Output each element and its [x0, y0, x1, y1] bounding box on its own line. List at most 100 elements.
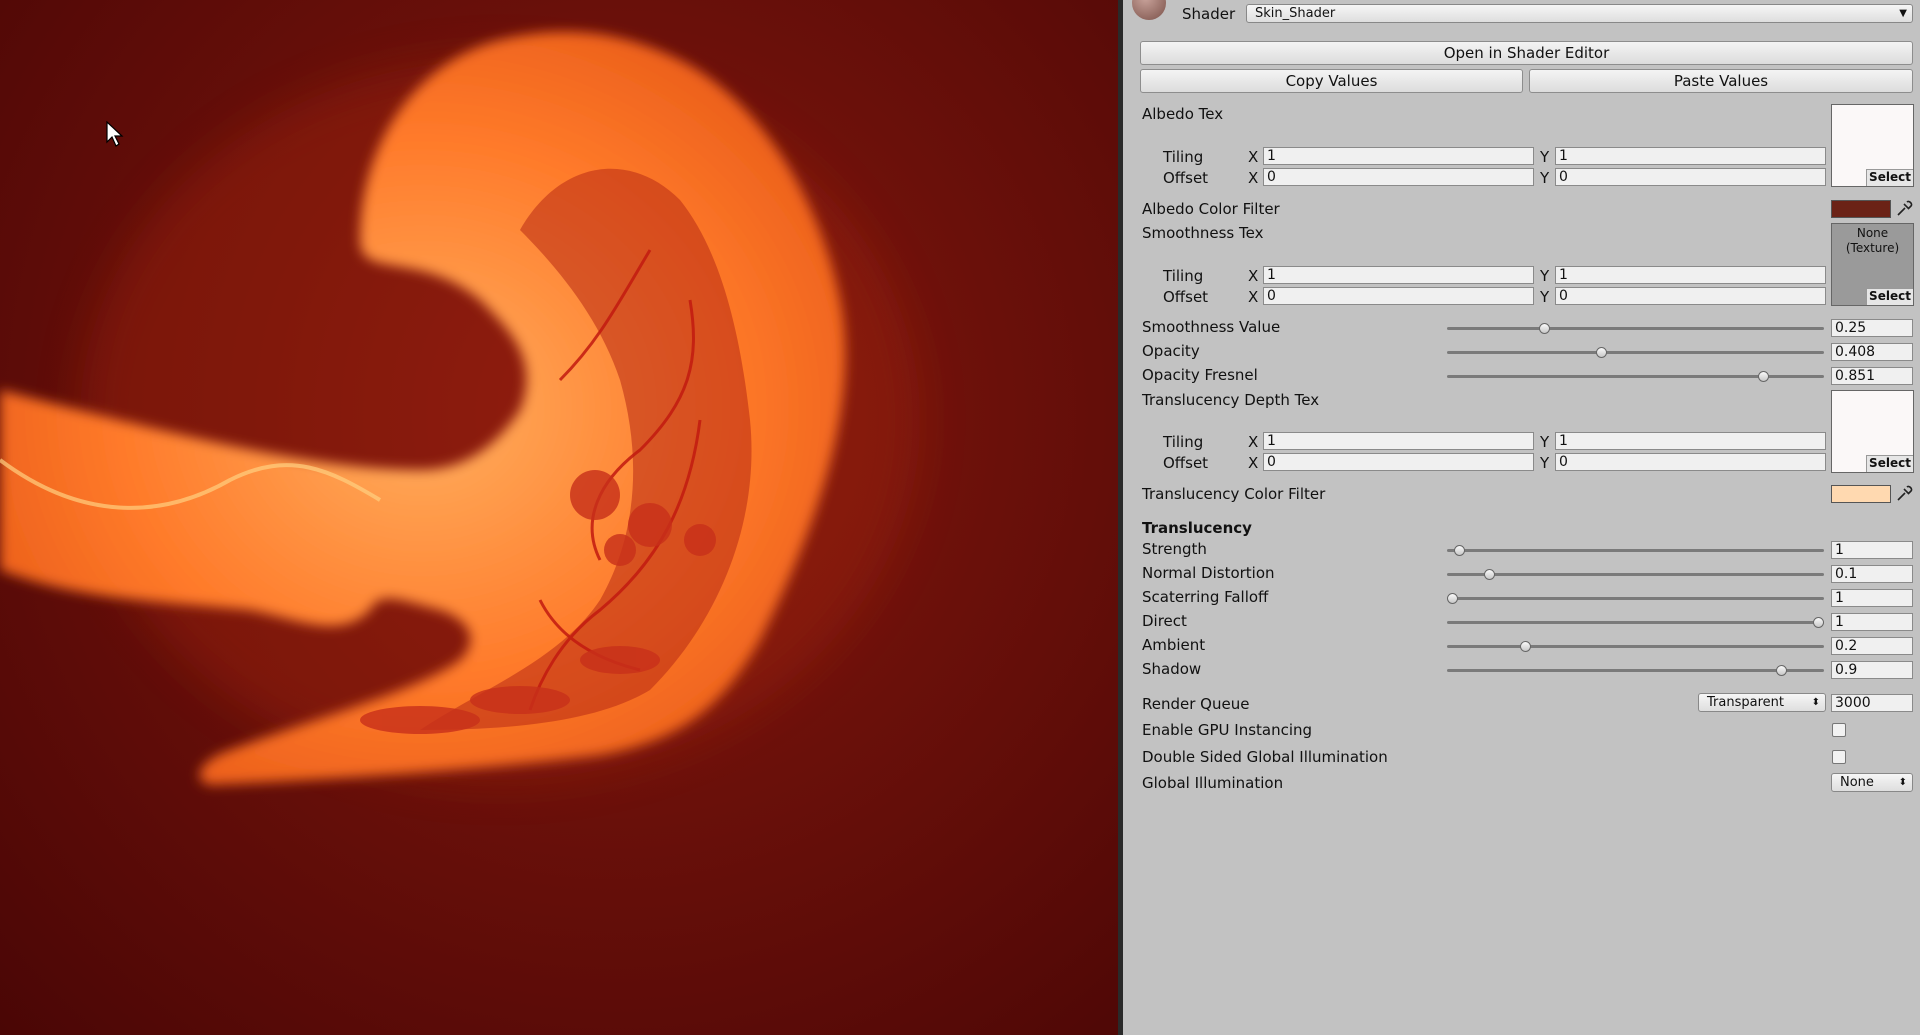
slider-label: Smoothness Value — [1142, 318, 1281, 336]
slider-value-field[interactable]: 1 — [1831, 541, 1913, 559]
slider-value-field[interactable]: 0.1 — [1831, 565, 1913, 583]
smoothness-tiling-x-field[interactable]: 1 — [1263, 266, 1534, 284]
slider-handle[interactable] — [1520, 641, 1532, 652]
slider-value-field[interactable]: 0.851 — [1831, 367, 1913, 385]
slider-value-field[interactable]: 0.25 — [1831, 319, 1913, 337]
albedo-texture-thumbnail[interactable]: Select — [1831, 104, 1914, 187]
global-illumination-value: None — [1840, 775, 1874, 790]
slider-label: Normal Distortion — [1142, 564, 1275, 582]
translucency-depth-label: Translucency Depth Tex — [1142, 391, 1320, 409]
render-queue-dropdown[interactable]: Transparent ⬍ — [1698, 693, 1826, 712]
albedo-tiling-x-axis: X — [1248, 148, 1259, 166]
slider-value-field[interactable]: 0.408 — [1831, 343, 1913, 361]
translucency-header: Translucency — [1142, 519, 1252, 537]
double-sided-gi-checkbox[interactable] — [1832, 750, 1846, 764]
smoothness-tiling-y-field[interactable]: 1 — [1555, 266, 1826, 284]
smoothness-tiling-y-axis: Y — [1540, 267, 1550, 285]
translucency-color-label: Translucency Color Filter — [1142, 485, 1326, 503]
gpu-instancing-checkbox[interactable] — [1832, 723, 1846, 737]
smoothness-offset-x-axis: X — [1248, 288, 1259, 306]
smoothness-offset-y-field[interactable]: 0 — [1555, 287, 1826, 305]
slider-track[interactable] — [1447, 327, 1824, 330]
slider-handle[interactable] — [1758, 371, 1770, 382]
slider-value-field[interactable]: 0.2 — [1831, 637, 1913, 655]
slider-handle[interactable] — [1596, 347, 1608, 358]
slider-value-field[interactable]: 1 — [1831, 613, 1913, 631]
chevron-down-icon: ▼ — [1899, 8, 1907, 19]
slider-label: Strength — [1142, 540, 1207, 558]
eyedropper-icon[interactable] — [1895, 485, 1913, 503]
slider-label: Shadow — [1142, 660, 1202, 678]
slider-handle[interactable] — [1454, 545, 1466, 556]
embryo-render — [0, 31, 920, 785]
translucency-tiling-x-field[interactable]: 1 — [1263, 432, 1534, 450]
eyedropper-icon[interactable] — [1895, 200, 1913, 218]
smoothness-tiling-label: Tiling — [1163, 267, 1204, 285]
slider-track[interactable] — [1447, 573, 1824, 576]
albedo-tiling-x-field[interactable]: 1 — [1263, 147, 1534, 165]
copy-values-button[interactable]: Copy Values — [1140, 69, 1523, 93]
smoothness-tiling-x-axis: X — [1248, 267, 1259, 285]
slider-label: Ambient — [1142, 636, 1206, 654]
shader-dropdown[interactable]: Skin_Shader ▼ — [1246, 4, 1913, 23]
albedo-offset-y-axis: Y — [1540, 169, 1550, 187]
smoothness-none-text: None (Texture) — [1845, 226, 1900, 255]
slider-label: Direct — [1142, 612, 1187, 630]
smoothness-offset-label: Offset — [1163, 288, 1209, 306]
albedo-tiling-y-field[interactable]: 1 — [1555, 147, 1826, 165]
translucency-tiling-x-axis: X — [1248, 433, 1259, 451]
albedo-offset-label: Offset — [1163, 169, 1209, 187]
shader-label: Shader — [1182, 5, 1236, 23]
translucency-depth-thumbnail[interactable]: Select — [1831, 390, 1914, 473]
albedo-offset-x-axis: X — [1248, 169, 1259, 187]
translucency-offset-label: Offset — [1163, 454, 1209, 472]
slider-track[interactable] — [1447, 621, 1824, 624]
slider-handle[interactable] — [1776, 665, 1788, 676]
global-illumination-label: Global Illumination — [1142, 774, 1284, 792]
albedo-tex-label: Albedo Tex — [1142, 105, 1224, 123]
slider-track[interactable] — [1447, 597, 1824, 600]
albedo-offset-x-field[interactable]: 0 — [1263, 168, 1534, 186]
translucency-offset-y-field[interactable]: 0 — [1555, 453, 1826, 471]
smoothness-texture-thumbnail[interactable]: None (Texture) Select — [1831, 223, 1914, 306]
slider-track[interactable] — [1447, 645, 1824, 648]
slider-handle[interactable] — [1538, 323, 1550, 334]
slider-handle[interactable] — [1447, 593, 1458, 604]
material-inspector: Shader Skin_Shader ▼ Open in Shader Edit… — [1123, 0, 1920, 1035]
translucency-tiling-y-axis: Y — [1540, 433, 1550, 451]
smoothness-select-button[interactable]: Select — [1866, 288, 1913, 305]
double-sided-gi-label: Double Sided Global Illumination — [1142, 748, 1388, 766]
slider-track[interactable] — [1447, 669, 1824, 672]
translucency-tiling-label: Tiling — [1163, 433, 1204, 451]
global-illumination-dropdown[interactable]: None ⬍ — [1831, 773, 1913, 792]
translucency-offset-x-field[interactable]: 0 — [1263, 453, 1534, 471]
slider-track[interactable] — [1447, 351, 1824, 354]
material-preview-icon — [1132, 0, 1166, 20]
slider-label: Opacity — [1142, 342, 1200, 360]
albedo-select-button[interactable]: Select — [1866, 169, 1913, 186]
translucency-tiling-y-field[interactable]: 1 — [1555, 432, 1826, 450]
paste-values-button[interactable]: Paste Values — [1529, 69, 1913, 93]
smoothness-tex-label: Smoothness Tex — [1142, 224, 1264, 242]
slider-handle[interactable] — [1813, 617, 1824, 628]
scene-viewport[interactable] — [0, 0, 1118, 1035]
albedo-tiling-label: Tiling — [1163, 148, 1204, 166]
translucency-select-button[interactable]: Select — [1866, 455, 1913, 472]
slider-handle[interactable] — [1483, 569, 1495, 580]
translucency-offset-x-axis: X — [1248, 454, 1259, 472]
albedo-tiling-y-axis: Y — [1540, 148, 1550, 166]
gpu-instancing-label: Enable GPU Instancing — [1142, 721, 1313, 739]
smoothness-offset-x-field[interactable]: 0 — [1263, 287, 1534, 305]
slider-track[interactable] — [1447, 549, 1824, 552]
open-shader-editor-button[interactable]: Open in Shader Editor — [1140, 41, 1913, 65]
slider-value-field[interactable]: 0.9 — [1831, 661, 1913, 679]
render-queue-mode: Transparent — [1707, 695, 1784, 710]
albedo-color-swatch[interactable] — [1831, 200, 1891, 218]
slider-label: Opacity Fresnel — [1142, 366, 1258, 384]
albedo-offset-y-field[interactable]: 0 — [1555, 168, 1826, 186]
translucency-color-swatch[interactable] — [1831, 485, 1891, 503]
slider-value-field[interactable]: 1 — [1831, 589, 1913, 607]
smoothness-offset-y-axis: Y — [1540, 288, 1550, 306]
render-queue-value-field[interactable]: 3000 — [1831, 694, 1913, 712]
slider-label: Scaterring Falloff — [1142, 588, 1269, 606]
